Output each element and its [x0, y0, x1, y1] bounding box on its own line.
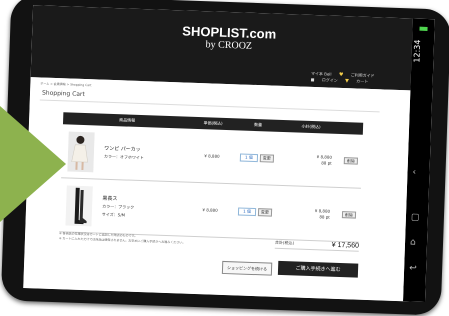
lock-icon: ■: [310, 76, 315, 83]
total-amount: ¥ 17,560: [331, 241, 360, 250]
delete-button[interactable]: 削除: [341, 210, 357, 219]
cart-table: 商品情報 単価(税込) 数量 小計(税込) ワンピ パーカッ カラー：オフホワイ…: [59, 112, 364, 243]
screen: SHOPLIST.com by CROOZ マイ本 Bell ♥ ご利用ガイド …: [23, 5, 435, 303]
back-nav-icon[interactable]: ‹: [412, 168, 416, 178]
site-header: SHOPLIST.com by CROOZ マイ本 Bell ♥ ご利用ガイド …: [30, 5, 413, 91]
product-image[interactable]: [65, 184, 93, 226]
boots-image: [65, 184, 93, 226]
cart-page: ホーム > 会員情報 > Shopping Cart Shopping Cart…: [23, 77, 411, 302]
total-label: 合計(税込): [274, 239, 295, 246]
back-icon[interactable]: ↩: [409, 263, 417, 273]
change-quantity-button[interactable]: 変更: [259, 153, 274, 163]
breadcrumb[interactable]: ホーム > 会員情報 > Shopping Cart: [40, 81, 91, 87]
points: 88 pt: [321, 159, 332, 166]
product-image[interactable]: [67, 130, 95, 172]
order-total: 合計(税込) ¥ 17,560: [274, 237, 360, 252]
clock: 12:34: [412, 39, 423, 63]
header-action: [341, 122, 363, 135]
tablet-frame: Vodafone SHOPLIST.com by CROOZ マイ本 Bell …: [0, 0, 449, 316]
divider: [39, 99, 380, 113]
quantity-select[interactable]: 1 個: [239, 152, 258, 162]
site-logo[interactable]: SHOPLIST.com by CROOZ: [174, 23, 285, 53]
header-links: マイ本 Bell ♥ ご利用ガイド ■ ログイン ▼ カート: [311, 71, 381, 85]
change-quantity-button[interactable]: 変更: [257, 207, 273, 217]
battery-icon: [419, 26, 428, 31]
home-icon[interactable]: ⌂: [410, 237, 416, 247]
cart-icon: ▼: [344, 78, 349, 85]
page-title: Shopping Cart: [41, 89, 85, 99]
continue-shopping-button[interactable]: ショッピングを続ける: [221, 260, 273, 276]
recent-apps-icon[interactable]: ▢: [411, 212, 420, 222]
highlight-arrow: [0, 106, 66, 222]
header-link-login[interactable]: ログイン: [322, 77, 338, 84]
delete-button[interactable]: 削除: [343, 156, 359, 165]
logo-text: SHOPLIST.com: [182, 23, 277, 42]
checkout-button[interactable]: ご購入手続きへ進む: [277, 260, 359, 278]
quantity-select[interactable]: 1 個: [237, 206, 257, 216]
product-detail-size: サイズ：S/M: [101, 211, 126, 218]
unit-price: ¥ 8,880: [202, 207, 218, 213]
header-link-cart[interactable]: カート: [356, 78, 368, 84]
product-detail: カラー：オフホワイト: [103, 153, 144, 160]
unit-price: ¥ 8,880: [204, 153, 220, 159]
dress-image: [67, 130, 95, 172]
points: 88 pt: [319, 213, 330, 220]
